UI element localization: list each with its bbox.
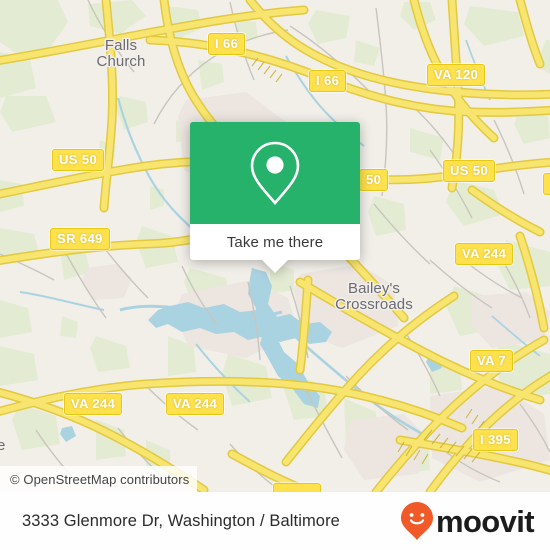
shield-va-7[interactable]: VA 7 [470,350,514,372]
address-label: 3333 Glenmore Dr, Washington / Baltimore [22,511,340,530]
shield-edge-right[interactable] [543,173,550,195]
moovit-brand[interactable]: moovit [400,501,535,541]
footer-bar: 3333 Glenmore Dr, Washington / Baltimore… [0,492,550,550]
shield-sr-649[interactable]: SR 649 [50,228,110,250]
shield-va-244-b[interactable]: VA 244 [166,393,225,415]
shield-us-50-right[interactable]: US 50 [443,160,496,182]
take-me-there-card[interactable]: Take me there [190,122,360,273]
shield-i-66-left[interactable]: I 66 [208,33,246,55]
card-action-bar[interactable]: Take me there [190,224,360,260]
moovit-smiley-pin-icon [400,502,433,540]
shield-50-center[interactable]: 50 [359,169,389,191]
card-pointer [262,260,288,273]
shield-va-244-a[interactable]: VA 244 [64,393,123,415]
shield-va-120[interactable]: VA 120 [427,64,486,86]
shield-us-50-left[interactable]: US 50 [52,149,105,171]
shield-i-395[interactable]: I 395 [473,429,518,451]
location-pin-icon [250,141,300,206]
card-pin-area [190,122,360,224]
take-me-there-label: Take me there [226,233,324,251]
shield-i-66-right[interactable]: I 66 [309,70,347,92]
map-screenshot: Falls Church Bailey's Crossroads e I 66 … [0,0,550,550]
moovit-wordmark: moovit [435,503,535,539]
osm-attribution[interactable]: © OpenStreetMap contributors [0,466,198,492]
shield-edge-bottom[interactable] [273,483,321,492]
attribution-text: © OpenStreetMap contributors [10,471,190,487]
shield-va-244-east[interactable]: VA 244 [455,243,514,265]
